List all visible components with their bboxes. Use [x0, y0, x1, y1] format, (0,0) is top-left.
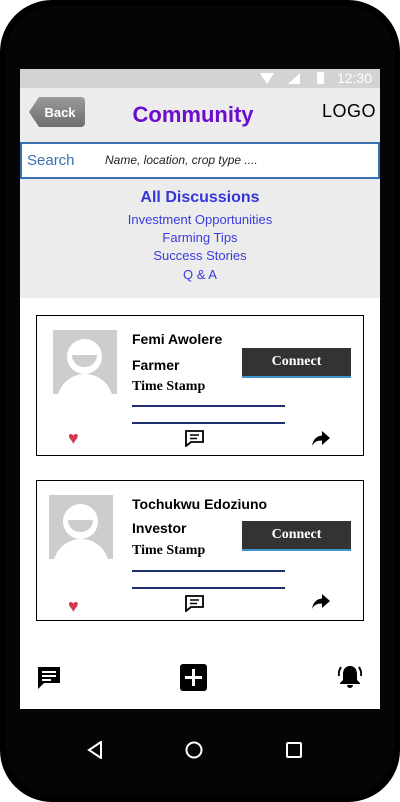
post-author-name: Femi Awolere — [132, 331, 223, 347]
avatar-body — [53, 539, 109, 559]
square-recents-icon[interactable] — [286, 742, 302, 763]
content-line — [132, 405, 285, 407]
post-timestamp: Time Stamp — [132, 543, 206, 558]
category-success-stories[interactable]: Success Stories — [20, 248, 380, 263]
comment-icon[interactable] — [185, 595, 204, 617]
status-time: 12:30 — [336, 70, 372, 86]
content-line — [132, 422, 285, 424]
heart-icon[interactable]: ♥ — [68, 597, 79, 615]
comment-icon[interactable] — [185, 430, 204, 452]
avatar-body — [57, 374, 113, 394]
status-bar: 12:30 — [20, 69, 380, 88]
battery-icon — [317, 72, 324, 84]
content-line — [132, 570, 285, 572]
content-line — [132, 587, 285, 589]
share-icon[interactable] — [311, 593, 331, 615]
search-bar[interactable]: Search — [20, 142, 380, 179]
category-investment-opportunities[interactable]: Investment Opportunities — [20, 212, 380, 227]
search-label: Search — [27, 152, 75, 169]
add-icon[interactable] — [180, 664, 207, 696]
circle-home-icon[interactable] — [185, 741, 203, 764]
connect-button[interactable]: Connect — [242, 521, 351, 551]
app-header: Back Community LOGO — [20, 88, 380, 142]
logo: LOGO — [321, 101, 376, 121]
category-all-discussions[interactable]: All Discussions — [20, 189, 380, 207]
message-icon[interactable] — [37, 666, 61, 695]
avatar — [49, 495, 113, 559]
category-q-and-a[interactable]: Q & A — [20, 267, 380, 282]
back-button[interactable]: Back — [29, 97, 85, 127]
heart-icon[interactable]: ♥ — [68, 429, 79, 447]
share-icon[interactable] — [311, 430, 331, 452]
cell-signal-icon — [288, 73, 300, 84]
wifi-icon — [260, 73, 274, 84]
bottom-nav — [20, 651, 380, 709]
system-nav-bar — [0, 709, 400, 802]
bell-icon[interactable] — [337, 664, 363, 695]
page-title: Community — [132, 102, 254, 127]
post-card: Femi Awolere Farmer Time Stamp Connect ♥ — [36, 315, 364, 456]
post-author-role: Investor — [132, 520, 187, 536]
post-author-name: Tochukwu Edoziuno — [132, 496, 268, 512]
category-list: All Discussions Investment Opportunities… — [20, 179, 380, 298]
post-card: Tochukwu Edoziuno Investor Time Stamp Co… — [36, 480, 364, 621]
category-farming-tips[interactable]: Farming Tips — [20, 230, 380, 245]
avatar — [53, 330, 117, 394]
app-screen: 12:30 Back Community LOGO Search All Dis… — [20, 69, 380, 709]
post-timestamp: Time Stamp — [132, 379, 206, 394]
post-author-role: Farmer — [132, 357, 180, 373]
search-input[interactable] — [105, 150, 365, 170]
connect-button[interactable]: Connect — [242, 348, 351, 378]
triangle-back-icon[interactable] — [87, 740, 103, 764]
